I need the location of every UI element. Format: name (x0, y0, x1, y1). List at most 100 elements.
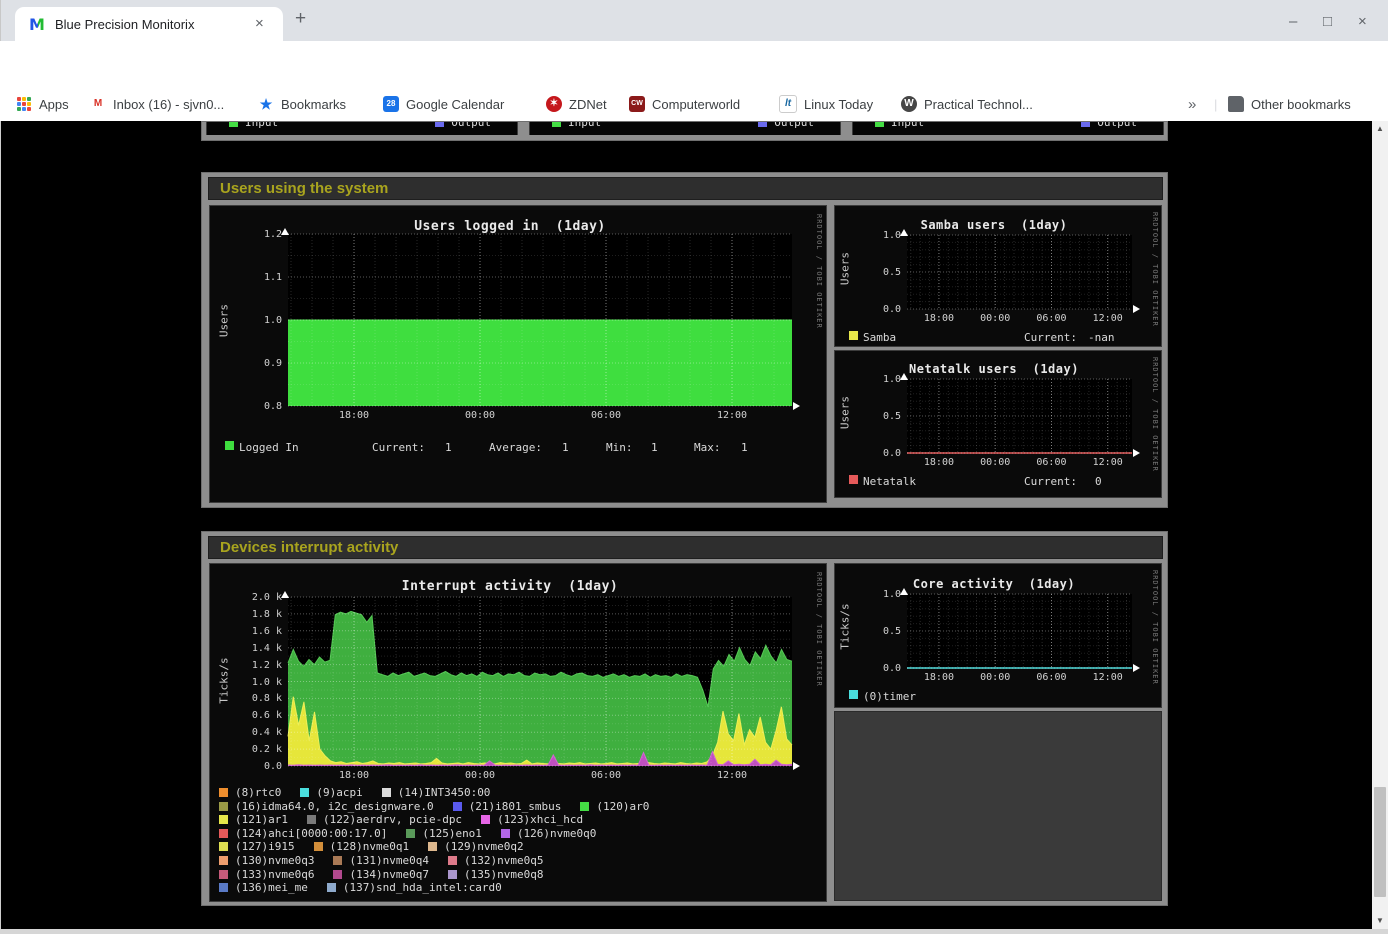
netatalk-users-graph[interactable]: Netatalk users (1day) Users 1.00.50.018:… (834, 350, 1162, 498)
legend-item: (128)nvme0q1 (314, 840, 409, 853)
legend-swatch (219, 842, 228, 851)
legend-swatch (219, 815, 228, 824)
legend-swatch (333, 870, 342, 879)
legend-input: Input (552, 122, 601, 129)
legend-swatch (219, 883, 228, 892)
y-tick-label: 0.6 k (240, 710, 282, 721)
interrupt-activity-graph[interactable]: Interrupt activity (1day) Ticks/s 2.0 k1… (209, 563, 827, 902)
stat-key: Current: (372, 441, 425, 454)
users-logged-in-graph[interactable]: Users logged in (1day) Users 1.21.11.00.… (209, 205, 827, 503)
legend-row: (124)ahci[0000:00:17.0](125)eno1(126)nvm… (219, 826, 668, 840)
legend-item: (124)ahci[0000:00:17.0] (219, 827, 387, 840)
legend-swatch (327, 883, 336, 892)
bookmark-item[interactable]: ltLinux Today (779, 94, 873, 114)
window-minimize-button[interactable]: – (1289, 13, 1297, 30)
legend-swatch (219, 856, 228, 865)
legend-item: (136)mei_me (219, 881, 308, 894)
y-axis-label: Ticks/s (218, 653, 231, 709)
samba-users-graph[interactable]: Samba users (1day) Users 1.00.50.018:000… (834, 205, 1162, 347)
legend-item: (121)ar1 (219, 813, 288, 826)
bookmarks-overflow-icon[interactable]: » (1188, 94, 1196, 114)
legend-row: (130)nvme0q3(131)nvme0q4(132)nvme0q5 (219, 853, 668, 867)
legend-swatch (219, 829, 228, 838)
legend-swatch (448, 870, 457, 879)
legend-swatch (481, 815, 490, 824)
graph-title: Users logged in (1day) (210, 219, 810, 234)
partial-graph-panel[interactable]: InputOutput (206, 122, 518, 135)
y-tick-label: 0.0 (859, 448, 901, 459)
page-scrollbar[interactable]: ▲ ▼ (1372, 121, 1388, 929)
partial-graph-panel[interactable]: InputOutput (529, 122, 841, 135)
bookmark-item[interactable]: WPractical Technol... (901, 94, 1033, 114)
y-tick-label: 0.5 (859, 626, 901, 637)
apps-grid-icon (16, 96, 32, 112)
y-tick-label: 1.4 k (240, 643, 282, 654)
plot-area[interactable] (288, 597, 792, 766)
bookmark-item[interactable]: ★Bookmarks (258, 94, 346, 114)
bookmark-item[interactable]: 28Google Calendar (383, 94, 504, 114)
legend-row: (8)rtc0(9)acpi(14)INT3450:00 (219, 785, 668, 799)
plot-area[interactable] (288, 234, 792, 406)
bookmark-label: Practical Technol... (924, 97, 1033, 112)
window-maximize-button[interactable]: □ (1323, 13, 1332, 30)
y-axis-label: Ticks/s (839, 603, 852, 651)
legend-output: Output (1081, 122, 1137, 129)
legend-label: (137)snd_hda_intel:card0 (343, 881, 502, 894)
bookmarks-divider: | (1214, 94, 1217, 114)
new-tab-button[interactable]: + (295, 8, 306, 30)
partial-graph-panel[interactable]: InputOutput (852, 122, 1164, 135)
tab-close-icon[interactable]: × (255, 15, 264, 32)
y-tick-label: 1.0 (859, 374, 901, 385)
legend-swatch (219, 870, 228, 879)
gmail-icon: M (90, 96, 106, 112)
legend-label: (132)nvme0q5 (464, 854, 543, 867)
bookmark-label: Google Calendar (406, 97, 504, 112)
legend-row: (133)nvme0q6(134)nvme0q7(135)nvme0q8 (219, 867, 668, 881)
bookmark-item[interactable]: ✶ZDNet (546, 94, 607, 114)
x-tick-label: 12:00 (1093, 672, 1123, 683)
legend-label: (130)nvme0q3 (235, 854, 314, 867)
linuxtoday-icon: lt (779, 95, 797, 113)
bookmark-item[interactable]: CWComputerworld (629, 94, 740, 114)
scrollbar-up-icon[interactable]: ▲ (1372, 121, 1388, 137)
bookmark-item[interactable]: Apps (16, 94, 69, 114)
x-tick-label: 06:00 (591, 410, 621, 421)
section-users: Users using the system Users logged in (… (201, 172, 1168, 508)
computerworld-icon: CW (629, 96, 645, 112)
x-tick-label: 12:00 (1093, 313, 1123, 324)
y-tick-label: 1.0 (859, 589, 901, 600)
legend-item: (120)ar0 (580, 800, 649, 813)
legend-item: (8)rtc0 (219, 786, 281, 799)
graph-title: Interrupt activity (1day) (210, 579, 810, 594)
legend-swatch (307, 815, 316, 824)
output-swatch (1081, 122, 1090, 127)
input-swatch (552, 122, 561, 127)
monitorix-favicon-icon: M (29, 16, 46, 33)
scrollbar-down-icon[interactable]: ▼ (1372, 913, 1388, 929)
bookmark-item[interactable]: MInbox (16) - sjvn0... (90, 94, 224, 114)
scrollbar-thumb[interactable] (1374, 787, 1386, 897)
legend-input: Input (229, 122, 278, 129)
legend-item: (16)idma64.0, i2c_designware.0 (219, 800, 434, 813)
y-tick-label: 1.2 (240, 229, 282, 240)
partial-graphs-section: InputOutput InputOutput InputOutput (201, 121, 1168, 141)
window-close-button[interactable]: × (1358, 13, 1367, 30)
plot-area[interactable] (907, 379, 1132, 453)
x-tick-label: 12:00 (1093, 457, 1123, 468)
x-tick-label: 00:00 (980, 672, 1010, 683)
rrdtool-credit: RRDTOOL / TOBI OETIKER (1151, 212, 1159, 327)
x-tick-label: 18:00 (339, 770, 369, 781)
y-axis-label: Users (839, 393, 852, 433)
stat-value: 1 (651, 441, 658, 454)
plot-area[interactable] (907, 235, 1132, 309)
y-tick-label: 0.2 k (240, 744, 282, 755)
legend-label: (9)acpi (316, 786, 362, 799)
other-bookmarks-button[interactable]: Other bookmarks (1228, 94, 1351, 114)
graph-legend: (0)timer (835, 690, 1161, 704)
browser-tab[interactable]: M Blue Precision Monitorix × (15, 7, 283, 41)
core-activity-graph[interactable]: Core activity (1day) Ticks/s 1.00.50.018… (834, 563, 1162, 708)
plot-area[interactable] (907, 594, 1132, 668)
section-users-title: Users using the system (208, 177, 1163, 200)
stat-key: Max: (694, 441, 721, 454)
tab-title: Blue Precision Monitorix (55, 17, 230, 32)
